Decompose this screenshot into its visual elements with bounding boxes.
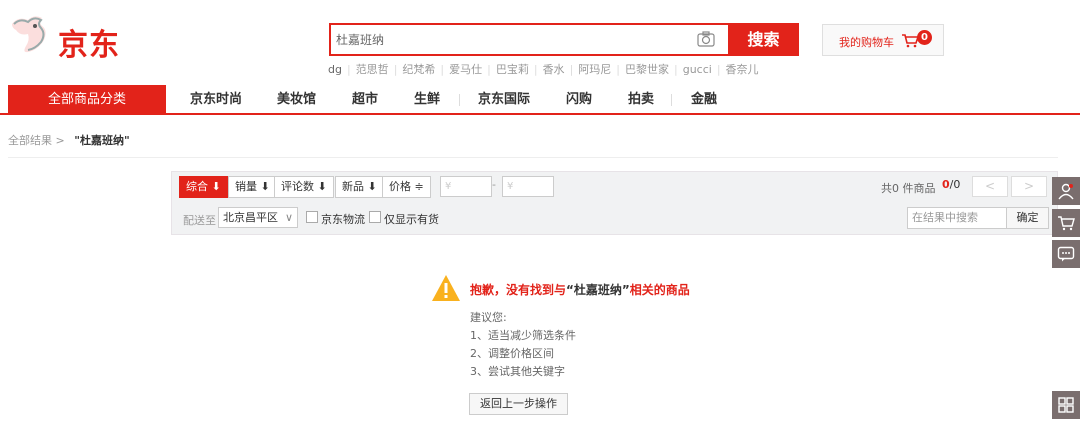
hotword-link[interactable]: 爱马仕: [449, 63, 482, 76]
hotword-link[interactable]: 巴宝莉: [496, 63, 529, 76]
breadcrumb: 全部结果 > "杜嘉班纳": [8, 132, 130, 148]
empty-title-prefix: 抱歉，没有找到与: [470, 283, 567, 297]
cart-label: 我的购物车: [839, 36, 894, 49]
nav-divider: [671, 94, 672, 106]
camera-icon[interactable]: [697, 31, 715, 47]
toolbar-cart[interactable]: [1052, 209, 1080, 237]
suggestion-item: 3、尝试其他关键字: [470, 365, 565, 378]
in-stock-label[interactable]: 仅显示有货: [384, 211, 439, 227]
sort-reviews[interactable]: 评论数 ⬇: [274, 176, 334, 198]
go-back-button[interactable]: 返回上一步操作: [469, 393, 568, 415]
in-stock-checkbox[interactable]: [369, 211, 381, 223]
filter-bar: 综合 ⬇ 销量 ⬇ 评论数 ⬇ 新品 ⬇ 价格 ≑ ¥ - ¥ 共0 件商品 0…: [171, 171, 1058, 235]
hotword-link[interactable]: gucci: [683, 63, 712, 76]
nav-item-auction[interactable]: 拍卖: [628, 85, 654, 115]
jd-dog-icon: [12, 16, 46, 53]
breadcrumb-root[interactable]: 全部结果: [8, 134, 52, 147]
suggestion-item: 2、调整价格区间: [470, 347, 554, 360]
toolbar-qr[interactable]: [1052, 391, 1080, 419]
sort-price[interactable]: 价格 ≑: [382, 176, 431, 198]
qr-icon: [1058, 397, 1074, 413]
delivery-area-select[interactable]: 北京昌平区 ∨: [218, 207, 298, 228]
prev-page-button[interactable]: <: [972, 176, 1008, 197]
hotword-link[interactable]: 巴黎世家: [625, 63, 669, 76]
hotword-link[interactable]: 阿玛尼: [578, 63, 611, 76]
cart-count-badge: 0: [917, 30, 932, 45]
main-nav: 全部商品分类 京东时尚 美妆馆 超市 生鲜 京东国际 闪购 拍卖 金融: [0, 85, 1080, 115]
nav-item-beauty[interactable]: 美妆馆: [277, 85, 316, 115]
breadcrumb-current: "杜嘉班纳": [74, 134, 130, 147]
page-indicator: 0/0: [942, 178, 960, 191]
nav-divider: [459, 94, 460, 106]
user-icon: [1058, 183, 1074, 200]
jd-logo[interactable]: 京东: [8, 12, 128, 63]
sort-comprehensive[interactable]: 综合 ⬇: [179, 176, 228, 198]
hotword-link[interactable]: 纪梵希: [402, 63, 435, 76]
sort-new[interactable]: 新品 ⬇: [335, 176, 384, 198]
hotword-link[interactable]: 范思哲: [356, 63, 389, 76]
confirm-button[interactable]: 确定: [1007, 207, 1049, 229]
empty-result-title: 抱歉，没有找到与“杜嘉班纳”相关的商品: [470, 281, 690, 298]
next-page-button[interactable]: >: [1011, 176, 1047, 197]
chevron-down-icon: ∨: [284, 211, 293, 224]
nav-item-jd-fashion[interactable]: 京东时尚: [190, 85, 242, 115]
toolbar-chat[interactable]: [1052, 240, 1080, 268]
hot-words: dg | 范思哲 | 纪梵希 | 爱马仕 | 巴宝莉 | 香水 | 阿玛尼 | 巴黎世家 | gucci | 香奈儿: [328, 63, 759, 76]
page-total: /0: [949, 178, 961, 191]
delivery-area-value: 北京昌平区: [223, 211, 278, 224]
chat-icon: [1057, 246, 1075, 262]
jd-brand-text: 京东: [58, 28, 120, 63]
result-count: 共0 件商品: [881, 182, 936, 195]
hotword-link[interactable]: 香奈儿: [726, 63, 759, 76]
nav-all-categories[interactable]: 全部商品分类: [8, 85, 166, 115]
divider: [8, 157, 1058, 158]
empty-title-suffix: 相关的商品: [629, 283, 690, 297]
hotword-link[interactable]: 香水: [543, 63, 565, 76]
nav-item-jd-international[interactable]: 京东国际: [478, 85, 530, 115]
advice-label: 建议您:: [470, 311, 507, 324]
suggestion-item: 1、适当减少筛选条件: [470, 329, 576, 342]
search-button[interactable]: 搜索: [728, 23, 799, 56]
nav-item-flash-sale[interactable]: 闪购: [566, 85, 592, 115]
cart-icon: [1058, 216, 1075, 231]
search-in-results-input[interactable]: 在结果中搜索: [907, 207, 1007, 229]
hotword-link[interactable]: dg: [328, 63, 342, 76]
warning-icon: [432, 275, 460, 301]
my-cart-button[interactable]: 我的购物车 0: [822, 24, 944, 56]
nav-item-fresh[interactable]: 生鲜: [414, 85, 440, 115]
page-current: 0: [942, 178, 950, 191]
price-from-input[interactable]: ¥: [440, 176, 492, 197]
breadcrumb-separator: >: [55, 134, 65, 147]
search-input[interactable]: [331, 25, 727, 54]
sort-sales[interactable]: 销量 ⬇: [228, 176, 277, 198]
nav-item-finance[interactable]: 金融: [691, 85, 717, 115]
jd-logistics-label[interactable]: 京东物流: [321, 211, 365, 227]
price-to-input[interactable]: ¥: [502, 176, 554, 197]
search-box: 搜索: [329, 23, 799, 56]
nav-item-supermarket[interactable]: 超市: [352, 85, 378, 115]
empty-title-keyword: “杜嘉班纳”: [566, 283, 630, 297]
deliver-to-label: 配送至: [183, 214, 216, 227]
price-dash: -: [492, 178, 496, 191]
jd-logistics-checkbox[interactable]: [306, 211, 318, 223]
toolbar-user[interactable]: [1052, 177, 1080, 205]
